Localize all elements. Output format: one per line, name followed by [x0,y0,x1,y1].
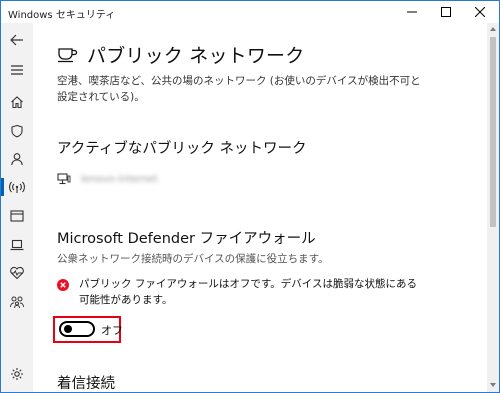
vertical-scrollbar[interactable] [487,23,499,392]
title-bar: Windows セキュリティ [1,1,499,23]
nav-item-settings[interactable] [1,361,33,387]
main-content: パブリック ネットワーク 空港、喫茶店など、公共の場のネットワーク (お使いのデ… [33,23,487,392]
firewall-title: Microsoft Defender ファイアウォール [57,231,316,247]
page-header: パブリック ネットワーク [57,41,304,67]
menu-button[interactable] [1,57,33,83]
back-arrow-icon [10,34,23,46]
firewall-toggle[interactable] [59,321,95,337]
nav-item-account-protection[interactable] [1,146,33,172]
nav-item-device-performance[interactable] [1,260,33,286]
active-networks-title: アクティブなパブリック ネットワーク [57,141,307,157]
error-circle-icon [57,279,69,291]
network-computer-icon [57,173,71,185]
laptop-icon [10,239,24,251]
nav-item-home[interactable] [1,89,33,115]
scroll-up-icon[interactable] [490,27,496,31]
firewall-warning: パブリック ファイアウォールはオフです。デバイスは脆弱な状態にある可能性がありま… [57,276,417,308]
firewall-warning-text: パブリック ファイアウォールはオフです。デバイスは脆弱な状態にある可能性がありま… [79,278,417,306]
hamburger-menu-icon [11,65,23,75]
active-network-row: lenovo-internet [57,171,158,187]
back-button[interactable] [1,27,33,53]
firewall-description: 公衆ネットワーク接続時のデバイスの保護に役立ちます。 [57,253,329,265]
home-icon [11,96,23,109]
active-network-name: lenovo-internet [81,173,158,185]
toggle-knob [64,325,72,333]
heart-pulse-icon [10,266,24,280]
nav-item-app-browser-control[interactable] [1,203,33,229]
minimize-icon [407,11,417,13]
coffee-cup-icon [58,48,78,63]
browser-window-icon [10,210,24,222]
maximize-button[interactable] [429,1,463,23]
family-icon [10,296,24,309]
gear-icon [11,368,23,380]
scroll-down-icon[interactable] [490,383,496,387]
maximize-icon [441,7,451,17]
minimize-button[interactable] [395,1,429,23]
nav-item-firewall-network[interactable] [1,174,33,200]
shield-icon [11,124,23,138]
page-description: 空港、喫茶店など、公共の場のネットワーク (お使いのデバイスが検出不可と設定され… [57,75,421,103]
firewall-toggle-label: オフ [101,324,123,337]
close-icon [475,7,485,17]
nav-item-device-security[interactable] [1,232,33,258]
nav-item-virus-protection[interactable] [1,118,33,144]
incoming-connections-title: 着信接続 [57,376,115,392]
close-button[interactable] [463,1,497,23]
nav-item-family-options[interactable] [1,289,33,315]
left-nav [1,23,33,392]
windows-security-window: Windows セキュリティ パブリック ネットワーク 空港、喫茶店など、公共の… [0,0,500,393]
scrollbar-thumb[interactable] [490,37,496,227]
page-title: パブリック ネットワーク [87,44,305,67]
wireless-signal-icon [9,181,25,193]
person-icon [11,153,23,166]
window-title: Windows セキュリティ [8,10,116,21]
